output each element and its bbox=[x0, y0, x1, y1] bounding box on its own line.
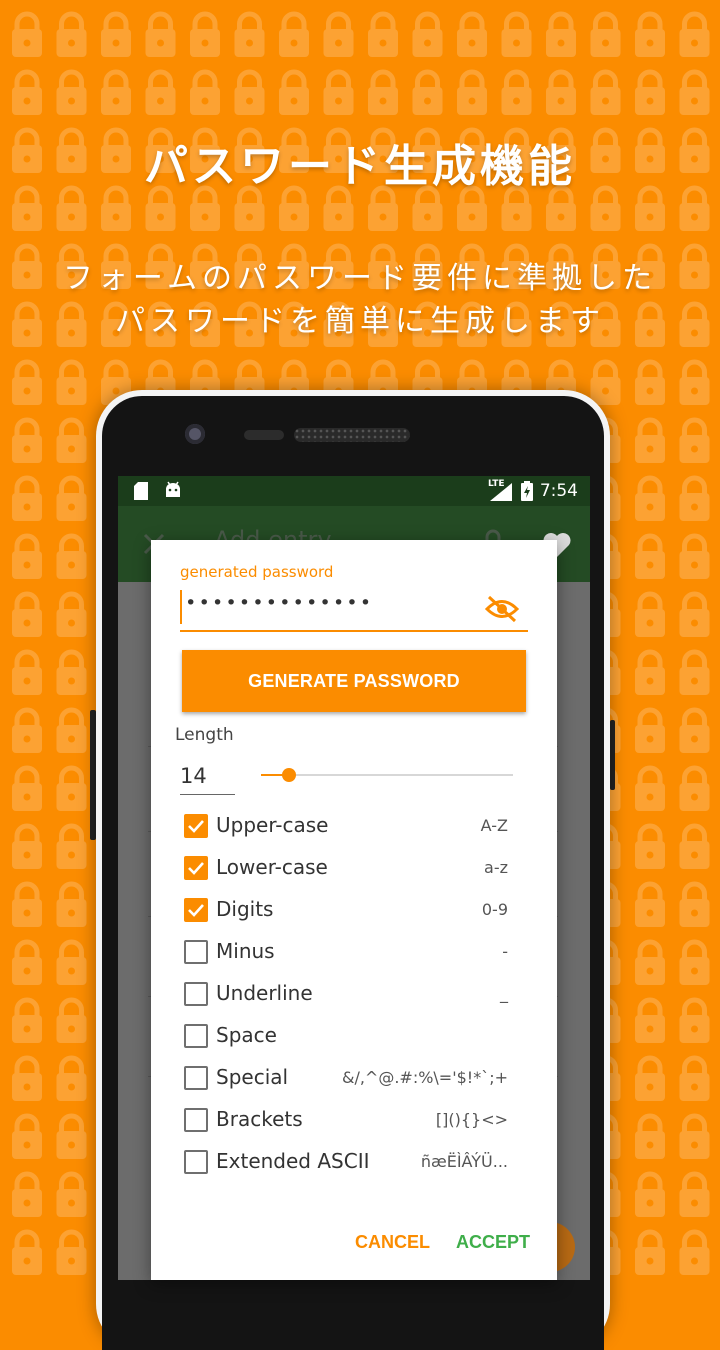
checkbox-checked[interactable] bbox=[184, 814, 208, 838]
promo-subtitle-line2: パスワードを簡単に生成します bbox=[115, 304, 605, 339]
checkmark-icon bbox=[188, 862, 204, 875]
proximity-sensor bbox=[244, 430, 284, 440]
length-label: Length bbox=[175, 725, 234, 745]
option-row[interactable]: Minus - bbox=[182, 932, 512, 972]
checkmark-icon bbox=[188, 904, 204, 917]
checkmark-icon bbox=[188, 820, 204, 833]
option-characters: &/,^@.#:%\='$!*`;+ bbox=[341, 1068, 508, 1087]
text-cursor bbox=[180, 590, 182, 624]
front-camera bbox=[185, 424, 205, 444]
password-generator-dialog: generated password •••••••••••••• GENERA… bbox=[151, 540, 557, 1280]
generated-password-label: generated password bbox=[180, 563, 334, 581]
option-label: Lower-case bbox=[216, 855, 328, 879]
promo-title: パスワード生成機能 bbox=[144, 141, 576, 192]
status-bar: LTE 7:54 bbox=[118, 476, 590, 506]
checkbox-unchecked[interactable] bbox=[184, 940, 208, 964]
length-input[interactable]: 14 bbox=[180, 764, 207, 788]
option-row[interactable]: Digits 0-9 bbox=[182, 890, 512, 930]
visibility-off-icon[interactable] bbox=[485, 594, 519, 624]
option-label: Space bbox=[216, 1023, 277, 1047]
option-characters: - bbox=[502, 942, 508, 961]
option-row[interactable]: Upper-case A-Z bbox=[182, 806, 512, 846]
generated-password-field[interactable]: •••••••••••••• bbox=[185, 592, 373, 614]
checkbox-unchecked[interactable] bbox=[184, 1108, 208, 1132]
option-characters: [](){}<> bbox=[435, 1110, 508, 1129]
checkbox-unchecked[interactable] bbox=[184, 1066, 208, 1090]
promo-subtitle-line1: フォームのパスワード要件に準拠した bbox=[62, 261, 658, 296]
option-label: Brackets bbox=[216, 1107, 303, 1131]
signal-icon bbox=[490, 483, 512, 501]
length-input-underline bbox=[180, 794, 235, 795]
checkbox-unchecked[interactable] bbox=[184, 1024, 208, 1048]
checkbox-unchecked[interactable] bbox=[184, 982, 208, 1006]
length-slider-track[interactable] bbox=[261, 774, 513, 776]
cancel-button[interactable]: CANCEL bbox=[355, 1232, 430, 1253]
option-row[interactable]: Lower-case a-z bbox=[182, 848, 512, 888]
option-label: Underline bbox=[216, 981, 313, 1005]
checkbox-unchecked[interactable] bbox=[184, 1150, 208, 1174]
option-label: Minus bbox=[216, 939, 275, 963]
option-characters: A-Z bbox=[480, 816, 508, 835]
option-characters: a-z bbox=[484, 858, 508, 877]
option-characters: _ bbox=[500, 984, 508, 1003]
password-field-underline bbox=[180, 630, 528, 632]
option-row[interactable]: Brackets [](){}<> bbox=[182, 1100, 512, 1140]
option-row[interactable]: Extended ASCII ñæËÌÂÝÜ... bbox=[182, 1142, 512, 1182]
accept-button[interactable]: ACCEPT bbox=[456, 1232, 530, 1253]
option-label: Extended ASCII bbox=[216, 1149, 370, 1173]
option-row[interactable]: Underline _ bbox=[182, 974, 512, 1014]
checkbox-checked[interactable] bbox=[184, 856, 208, 880]
battery-charging-icon bbox=[521, 481, 533, 501]
option-row[interactable]: Special &/,^@.#:%\='$!*`;+ bbox=[182, 1058, 512, 1098]
option-label: Special bbox=[216, 1065, 289, 1089]
length-slider-thumb[interactable] bbox=[281, 768, 296, 782]
checkbox-checked[interactable] bbox=[184, 898, 208, 922]
option-label: Upper-case bbox=[216, 813, 329, 837]
option-characters: 0-9 bbox=[481, 900, 508, 919]
generate-password-button[interactable]: GENERATE PASSWORD bbox=[182, 650, 526, 712]
sd-card-icon bbox=[134, 482, 148, 500]
status-time: 7:54 bbox=[539, 481, 578, 501]
option-label: Digits bbox=[216, 897, 274, 921]
option-characters: ñæËÌÂÝÜ... bbox=[420, 1152, 508, 1171]
android-icon bbox=[166, 481, 180, 497]
earpiece-speaker bbox=[294, 428, 410, 442]
phone-power-button bbox=[610, 720, 615, 790]
option-row[interactable]: Space bbox=[182, 1016, 512, 1056]
